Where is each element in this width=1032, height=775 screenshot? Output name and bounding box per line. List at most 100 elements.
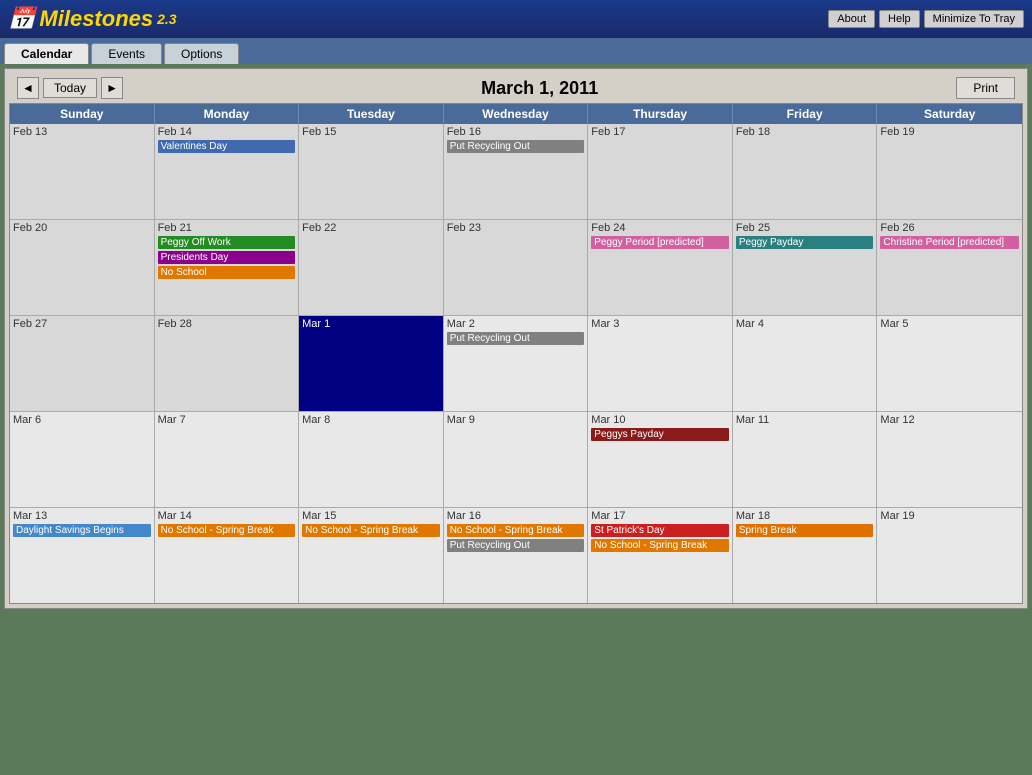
app-icon: 📅 <box>8 6 35 32</box>
day-number: Mar 10 <box>591 414 729 426</box>
day-cell-1-4[interactable]: Feb 24 Peggy Period [predicted] <box>588 220 733 315</box>
day-cell-4-5[interactable]: Mar 18 Spring Break <box>733 508 878 603</box>
day-number: Feb 18 <box>736 126 874 138</box>
day-number: Mar 19 <box>880 510 1019 522</box>
event-4-4-1[interactable]: No School - Spring Break <box>591 539 729 552</box>
day-cell-2-2[interactable]: Mar 1 <box>299 316 444 411</box>
day-number: Feb 17 <box>591 126 729 138</box>
event-1-4-0[interactable]: Peggy Period [predicted] <box>591 236 729 249</box>
prev-month-button[interactable]: ◄ <box>17 77 39 99</box>
event-4-5-0[interactable]: Spring Break <box>736 524 874 537</box>
day-cell-3-1[interactable]: Mar 7 <box>155 412 300 507</box>
day-cell-3-2[interactable]: Mar 8 <box>299 412 444 507</box>
day-headers: Sunday Monday Tuesday Wednesday Thursday… <box>10 104 1022 124</box>
day-number: Mar 12 <box>880 414 1019 426</box>
day-number: Feb 25 <box>736 222 874 234</box>
day-cell-4-1[interactable]: Mar 14 No School - Spring Break <box>155 508 300 603</box>
event-4-2-0[interactable]: No School - Spring Break <box>302 524 440 537</box>
tab-options[interactable]: Options <box>164 43 239 64</box>
day-number: Feb 20 <box>13 222 151 234</box>
tab-bar: Calendar Events Options <box>0 38 1032 64</box>
event-0-3-0[interactable]: Put Recycling Out <box>447 140 585 153</box>
day-cell-3-5[interactable]: Mar 11 <box>733 412 878 507</box>
day-number: Mar 16 <box>447 510 585 522</box>
day-cell-0-1[interactable]: Feb 14 Valentines Day <box>155 124 300 219</box>
day-cell-2-0[interactable]: Feb 27 <box>10 316 155 411</box>
event-1-1-0[interactable]: Peggy Off Work <box>158 236 296 249</box>
day-cell-2-4[interactable]: Mar 3 <box>588 316 733 411</box>
day-cell-4-0[interactable]: Mar 13Daylight Savings Begins <box>10 508 155 603</box>
day-cell-2-3[interactable]: Mar 2 Put Recycling Out <box>444 316 589 411</box>
event-1-1-1[interactable]: Presidents Day <box>158 251 296 264</box>
day-number: Feb 14 <box>158 126 296 138</box>
calendar-weeks: Feb 13Feb 14 Valentines DayFeb 15Feb 16Pu… <box>10 124 1022 603</box>
day-cell-0-6[interactable]: Feb 19 <box>877 124 1022 219</box>
help-button[interactable]: Help <box>879 10 920 28</box>
event-4-0-0[interactable]: Daylight Savings Begins <box>13 524 151 537</box>
day-number: Mar 2 <box>447 318 585 330</box>
day-cell-2-5[interactable]: Mar 4 <box>733 316 878 411</box>
header-sunday: Sunday <box>10 104 155 124</box>
day-number: Feb 28 <box>158 318 296 330</box>
day-cell-4-3[interactable]: Mar 16 No School - Spring Break Put Recycl… <box>444 508 589 603</box>
day-cell-2-1[interactable]: Feb 28 <box>155 316 300 411</box>
day-cell-3-6[interactable]: Mar 12 <box>877 412 1022 507</box>
header-saturday: Saturday <box>877 104 1022 124</box>
day-cell-0-5[interactable]: Feb 18 <box>733 124 878 219</box>
day-cell-3-0[interactable]: Mar 6 <box>10 412 155 507</box>
day-number: Mar 17 <box>591 510 729 522</box>
day-number: Mar 14 <box>158 510 296 522</box>
minimize-to-tray-button[interactable]: Minimize To Tray <box>924 10 1024 28</box>
day-cell-1-6[interactable]: Feb 26 Christine Period [predicted] <box>877 220 1022 315</box>
day-cell-4-4[interactable]: Mar 17 St Patrick's Day No School - Spring… <box>588 508 733 603</box>
event-2-3-0[interactable]: Put Recycling Out <box>447 332 585 345</box>
day-cell-4-2[interactable]: Mar 15No School - Spring Break <box>299 508 444 603</box>
event-4-1-0[interactable]: No School - Spring Break <box>158 524 296 537</box>
day-cell-0-0[interactable]: Feb 13 <box>10 124 155 219</box>
event-1-6-0[interactable]: Christine Period [predicted] <box>880 236 1019 249</box>
day-cell-1-2[interactable]: Feb 22 <box>299 220 444 315</box>
calendar-grid: Sunday Monday Tuesday Wednesday Thursday… <box>9 103 1023 604</box>
print-button[interactable]: Print <box>956 77 1015 99</box>
nav-left: ◄ Today ► <box>17 77 123 99</box>
event-4-4-0[interactable]: St Patrick's Day <box>591 524 729 537</box>
day-cell-4-6[interactable]: Mar 19 <box>877 508 1022 603</box>
day-cell-0-2[interactable]: Feb 15 <box>299 124 444 219</box>
event-3-4-0[interactable]: Peggys Payday <box>591 428 729 441</box>
day-number: Mar 3 <box>591 318 729 330</box>
day-cell-1-3[interactable]: Feb 23 <box>444 220 589 315</box>
day-cell-3-3[interactable]: Mar 9 <box>444 412 589 507</box>
event-1-5-0[interactable]: Peggy Payday <box>736 236 874 249</box>
week-row-3: Mar 6Mar 7Mar 8Mar 9Mar 10Peggys PaydayM… <box>10 412 1022 508</box>
day-number: Feb 21 <box>158 222 296 234</box>
today-button[interactable]: Today <box>43 78 97 98</box>
event-0-1-0[interactable]: Valentines Day <box>158 140 296 153</box>
day-number: Feb 26 <box>880 222 1019 234</box>
event-1-1-2[interactable]: No School <box>158 266 296 279</box>
day-cell-1-5[interactable]: Feb 25 Peggy Payday <box>733 220 878 315</box>
app-title: 📅 Milestones 2.3 <box>8 6 177 32</box>
tab-calendar[interactable]: Calendar <box>4 43 89 64</box>
day-number: Feb 23 <box>447 222 585 234</box>
week-row-0: Feb 13Feb 14 Valentines DayFeb 15Feb 16Pu… <box>10 124 1022 220</box>
event-4-3-1[interactable]: Put Recycling Out <box>447 539 585 552</box>
day-cell-0-3[interactable]: Feb 16Put Recycling Out <box>444 124 589 219</box>
about-button[interactable]: About <box>828 10 875 28</box>
event-4-3-0[interactable]: No School - Spring Break <box>447 524 585 537</box>
day-cell-3-4[interactable]: Mar 10 Peggys Payday <box>588 412 733 507</box>
tab-events[interactable]: Events <box>91 43 162 64</box>
month-title: March 1, 2011 <box>481 78 598 99</box>
app-version: 2.3 <box>157 11 176 27</box>
day-cell-2-6[interactable]: Mar 5 <box>877 316 1022 411</box>
header-monday: Monday <box>155 104 300 124</box>
day-number: Mar 18 <box>736 510 874 522</box>
calendar-container: ◄ Today ► March 1, 2011 Print Sunday Mon… <box>4 68 1028 609</box>
title-bar: 📅 Milestones 2.3 About Help Minimize To … <box>0 0 1032 38</box>
day-cell-0-4[interactable]: Feb 17 <box>588 124 733 219</box>
day-cell-1-0[interactable]: Feb 20 <box>10 220 155 315</box>
header-wednesday: Wednesday <box>444 104 589 124</box>
day-number: Feb 24 <box>591 222 729 234</box>
day-cell-1-1[interactable]: Feb 21 Peggy Off Work Presidents Day No Sch… <box>155 220 300 315</box>
next-month-button[interactable]: ► <box>101 77 123 99</box>
day-number: Feb 22 <box>302 222 440 234</box>
